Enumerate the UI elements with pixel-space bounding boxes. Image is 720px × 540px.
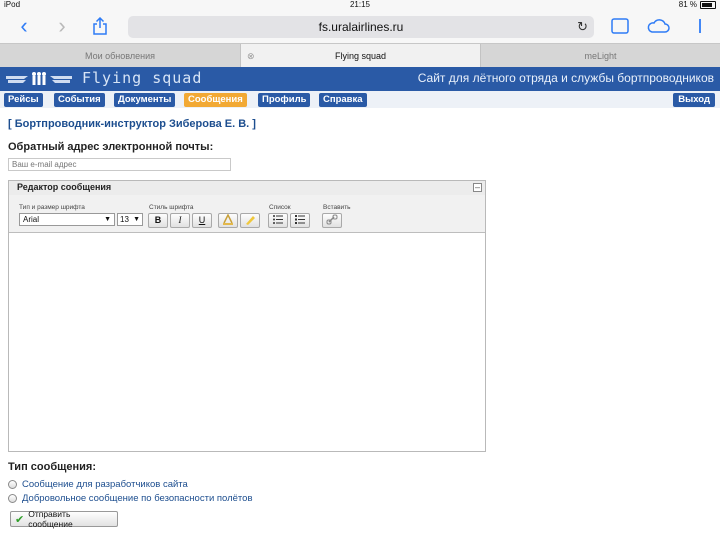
status-bar: iPod 21:15 81 % bbox=[0, 0, 720, 10]
browser-toolbar: ‹ › fs.uralairlines.ru ↻ bbox=[0, 10, 720, 43]
radio-label[interactable]: Добровольное сообщение по безопасности п… bbox=[22, 493, 253, 504]
recipient-name: [ Бортпроводник-инструктор Зиберова Е. В… bbox=[8, 118, 256, 130]
forward-icon[interactable]: › bbox=[50, 13, 74, 38]
address-bar[interactable]: fs.uralairlines.ru ↻ bbox=[128, 16, 594, 38]
bullet-list-icon bbox=[273, 215, 283, 224]
email-label: Обратный адрес электронной почты: bbox=[8, 141, 214, 153]
close-tab-icon[interactable]: ⊗ bbox=[247, 44, 255, 68]
highlight-button[interactable] bbox=[240, 213, 260, 228]
message-editor: Редактор сообщения – Тип и размер шрифта… bbox=[8, 180, 486, 452]
editor-title-bar: Редактор сообщения – bbox=[9, 181, 485, 196]
radio-safety[interactable]: Добровольное сообщение по безопасности п… bbox=[8, 492, 253, 504]
font-group-label: Тип и размер шрифта bbox=[19, 204, 85, 211]
menu-help[interactable]: Справка bbox=[319, 93, 367, 107]
dropdown-arrow-icon: ▼ bbox=[133, 216, 140, 223]
radio-button[interactable] bbox=[8, 493, 17, 503]
battery-level: 81 % bbox=[678, 0, 697, 9]
message-text-area[interactable] bbox=[9, 233, 485, 451]
insert-group-label: Вставить bbox=[323, 204, 351, 211]
bold-button[interactable]: B bbox=[148, 213, 168, 228]
tab-label: Flying squad bbox=[334, 51, 387, 61]
logout-button[interactable]: Выход bbox=[673, 93, 715, 107]
tab-flying-squad[interactable]: ⊗ Flying squad bbox=[241, 44, 481, 68]
editor-title: Редактор сообщения bbox=[17, 182, 112, 192]
new-tab-icon[interactable] bbox=[688, 14, 712, 38]
main-menu: Рейсы События Документы Сообщения Профил… bbox=[0, 91, 720, 108]
menu-profile[interactable]: Профиль bbox=[258, 93, 311, 107]
status-time: 21:15 bbox=[349, 0, 371, 9]
tab-my-updates[interactable]: Мои обновления bbox=[0, 44, 241, 68]
site-title: Flying squad bbox=[82, 69, 203, 87]
site-header: Flying squad Сайт для лётного отряда и с… bbox=[0, 67, 720, 91]
text-color-icon bbox=[223, 213, 233, 225]
numbered-list-button[interactable] bbox=[290, 213, 310, 228]
bullet-list-button[interactable] bbox=[268, 213, 288, 228]
font-family-select[interactable]: Arial ▼ bbox=[19, 213, 115, 226]
radio-label[interactable]: Сообщение для разработчиков сайта bbox=[22, 479, 188, 490]
menu-flights[interactable]: Рейсы bbox=[4, 93, 43, 107]
tabs-icon[interactable] bbox=[608, 14, 632, 38]
text-color-button[interactable] bbox=[218, 213, 238, 228]
browser-tabs: Мои обновления ⊗ Flying squad meLight bbox=[0, 43, 720, 69]
dropdown-arrow-icon: ▼ bbox=[104, 216, 111, 223]
font-size-select[interactable]: 13 ▼ bbox=[117, 213, 143, 226]
italic-button[interactable]: I bbox=[170, 213, 190, 228]
site-tagline: Сайт для лётного отряда и службы бортпро… bbox=[417, 71, 714, 85]
wings-logo-icon bbox=[6, 72, 72, 85]
numbered-list-icon bbox=[295, 215, 305, 224]
list-group-label: Список bbox=[269, 204, 291, 211]
link-icon bbox=[326, 214, 338, 225]
menu-documents[interactable]: Документы bbox=[114, 93, 176, 107]
cloud-icon[interactable] bbox=[646, 14, 670, 38]
style-group-label: Стиль шрифта bbox=[149, 204, 194, 211]
url-text: fs.uralairlines.ru bbox=[318, 20, 404, 34]
collapse-icon[interactable]: – bbox=[473, 183, 482, 192]
font-family-value: Arial bbox=[23, 215, 40, 224]
font-size-value: 13 bbox=[120, 215, 129, 224]
highlighter-icon bbox=[246, 216, 255, 225]
message-type-label: Тип сообщения: bbox=[8, 461, 96, 473]
insert-link-button[interactable] bbox=[322, 213, 342, 228]
reload-icon[interactable]: ↻ bbox=[577, 19, 588, 35]
share-icon[interactable] bbox=[88, 14, 112, 38]
send-message-button[interactable]: ✔ Отправить сообщение bbox=[10, 509, 118, 529]
battery-icon bbox=[700, 1, 716, 9]
send-button-label: Отправить сообщение bbox=[28, 509, 73, 529]
editor-toolbar: Тип и размер шрифта Arial ▼ 13 ▼ Стиль ш… bbox=[9, 195, 485, 233]
underline-button[interactable]: U bbox=[192, 213, 212, 228]
tab-melight[interactable]: meLight bbox=[481, 44, 720, 68]
back-icon[interactable]: ‹ bbox=[12, 13, 36, 38]
menu-events[interactable]: События bbox=[54, 93, 105, 107]
radio-button[interactable] bbox=[8, 479, 17, 489]
email-input[interactable] bbox=[8, 158, 231, 171]
radio-developers[interactable]: Сообщение для разработчиков сайта bbox=[8, 478, 188, 490]
menu-messages[interactable]: Сообщения bbox=[184, 93, 247, 107]
checkmark-icon: ✔ bbox=[15, 513, 25, 526]
